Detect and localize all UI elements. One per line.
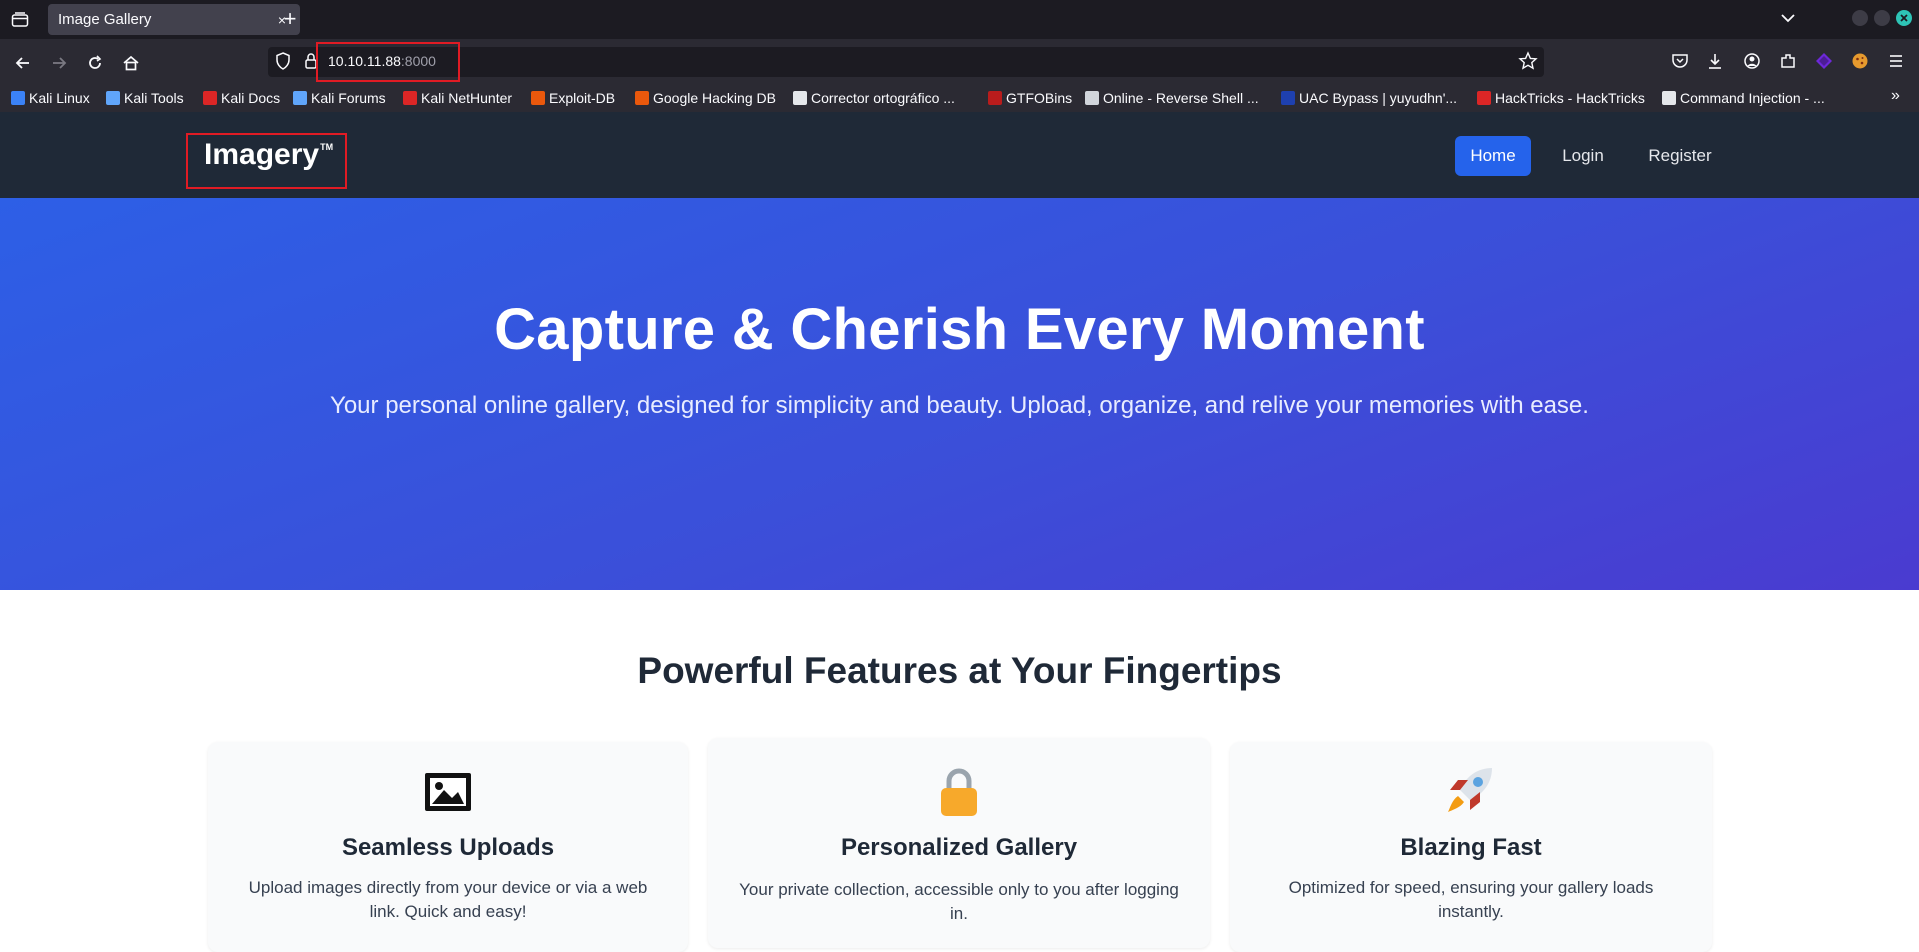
bookmark-label: HackTricks - HackTricks xyxy=(1495,90,1645,106)
bookmark-label: Kali Tools xyxy=(124,90,184,106)
framed-picture-icon xyxy=(422,766,474,818)
bookmark-label: Command Injection - ... xyxy=(1680,90,1825,106)
bookmark-label: Online - Reverse Shell ... xyxy=(1103,90,1259,106)
bookmark-item[interactable]: Exploit-DB xyxy=(531,88,615,108)
bookmark-item[interactable]: Kali Tools xyxy=(106,88,184,108)
bookmarks-overflow-icon[interactable]: » xyxy=(1891,87,1900,105)
bookmark-item[interactable]: HackTricks - HackTricks xyxy=(1477,88,1645,108)
bookmark-item[interactable]: UAC Bypass | yuyudhn'... xyxy=(1281,88,1457,108)
bookmark-item[interactable]: GTFOBins xyxy=(988,88,1072,108)
gtfobins-icon xyxy=(988,91,1002,105)
bookmark-item[interactable]: Kali NetHunter xyxy=(403,88,512,108)
nav-login-link[interactable]: Login xyxy=(1552,136,1614,176)
spellcheck-icon xyxy=(793,91,807,105)
nav-home-link[interactable]: Home xyxy=(1455,136,1531,176)
bookmark-item[interactable]: Kali Forums xyxy=(293,88,386,108)
feature-card: Blazing Fast Optimized for speed, ensuri… xyxy=(1230,742,1712,952)
bookmark-item[interactable]: Google Hacking DB xyxy=(635,88,776,108)
close-window-button[interactable] xyxy=(1896,10,1912,26)
skull-icon xyxy=(1085,91,1099,105)
download-icon[interactable] xyxy=(1705,51,1725,71)
reload-icon[interactable] xyxy=(81,50,109,76)
command-injection-icon xyxy=(1662,91,1676,105)
bookmark-label: Kali Forums xyxy=(311,90,386,106)
feature-card: Personalized Gallery Your private collec… xyxy=(708,738,1210,948)
bookmark-star-icon[interactable] xyxy=(1518,51,1538,71)
hacktricks-icon xyxy=(1477,91,1491,105)
tab-list-icon[interactable] xyxy=(8,9,32,31)
feature-title: Seamless Uploads xyxy=(341,834,555,861)
nethunter-icon xyxy=(403,91,417,105)
bookmark-label: GTFOBins xyxy=(1006,90,1073,106)
features-heading: Powerful Features at Your Fingertips xyxy=(637,650,1282,691)
back-arrow-icon[interactable] xyxy=(9,50,37,76)
bookmark-label: Kali NetHunter xyxy=(421,90,513,106)
forward-arrow-icon[interactable] xyxy=(45,50,73,76)
bookmark-item[interactable]: Command Injection - ... xyxy=(1662,88,1825,108)
new-tab-button[interactable]: + xyxy=(278,6,302,32)
tab-title: Image Gallery xyxy=(58,11,152,28)
bookmark-item[interactable]: Online - Reverse Shell ... xyxy=(1085,88,1259,108)
extension-cookie-icon[interactable] xyxy=(1850,51,1870,71)
ghdb-icon xyxy=(635,91,649,105)
menu-icon[interactable] xyxy=(1886,51,1906,71)
extensions-icon[interactable] xyxy=(1778,51,1798,71)
feature-text: Upload images directly from your device … xyxy=(248,878,648,921)
feature-card: Seamless Uploads Upload images directly … xyxy=(208,742,688,952)
hero-title: Capture & Cherish Every Moment xyxy=(494,297,1425,362)
uac-bypass-icon xyxy=(1281,91,1295,105)
bookmark-item[interactable]: Kali Docs xyxy=(203,88,280,108)
padlock-icon xyxy=(933,766,985,818)
kali-docs-icon xyxy=(203,91,217,105)
feature-title: Personalized Gallery xyxy=(840,834,1078,861)
minimize-window-button[interactable] xyxy=(1852,10,1868,26)
kali-tools-icon xyxy=(106,91,120,105)
hero-subtitle: Your personal online gallery, designed f… xyxy=(330,392,1589,419)
maximize-window-button[interactable] xyxy=(1874,10,1890,26)
chevron-down-icon[interactable] xyxy=(1778,8,1798,28)
bookmark-label: Kali Linux xyxy=(29,90,90,106)
bookmark-item[interactable]: Corrector ortográfico ... xyxy=(793,88,955,108)
account-icon[interactable] xyxy=(1742,51,1762,71)
home-icon[interactable] xyxy=(117,50,145,76)
feature-title: Blazing Fast xyxy=(1400,834,1542,861)
bookmark-label: Exploit-DB xyxy=(549,90,616,106)
browser-tab-active[interactable]: Image Gallery × xyxy=(48,4,300,35)
kali-icon xyxy=(11,91,25,105)
extension-purple-icon[interactable] xyxy=(1814,51,1834,71)
logo-highlight-box xyxy=(186,133,347,189)
feature-text: Your private collection, accessible only… xyxy=(739,880,1179,923)
bookmark-label: UAC Bypass | yuyudhn'... xyxy=(1299,90,1458,106)
rocket-icon xyxy=(1444,764,1496,816)
feature-text: Optimized for speed, ensuring your galle… xyxy=(1288,878,1654,921)
exploit-db-icon xyxy=(531,91,545,105)
kali-forums-icon xyxy=(293,91,307,105)
bookmark-item[interactable]: Kali Linux xyxy=(11,88,90,108)
bookmark-label: Google Hacking DB xyxy=(653,90,776,106)
bookmark-label: Corrector ortográfico ... xyxy=(811,90,955,106)
pocket-icon[interactable] xyxy=(1670,51,1690,71)
bookmark-label: Kali Docs xyxy=(221,90,281,106)
url-highlight-box xyxy=(316,42,460,82)
nav-register-link[interactable]: Register xyxy=(1644,136,1716,176)
shield-icon[interactable] xyxy=(273,51,293,71)
